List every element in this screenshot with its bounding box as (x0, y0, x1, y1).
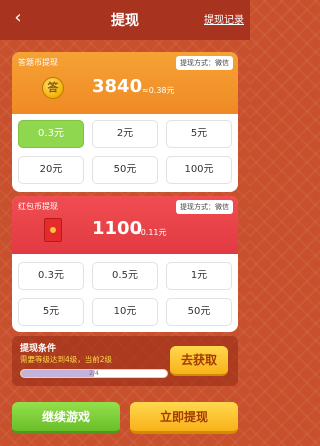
coin-option[interactable]: 50元 (92, 156, 158, 184)
red-packet-withdraw-card: 红包币提现 提现方式：微信 1100 ≈0.11元 0.3元 0.5元 1元 5… (12, 196, 238, 332)
withdraw-record-link[interactable]: 提现记录 (204, 11, 244, 26)
red-option[interactable]: 0.3元 (18, 262, 84, 290)
coin-withdraw-card: 答题币提现 提现方式：微信 答 3840 ≈0.38元 0.3元 2元 5元 2… (12, 52, 238, 192)
coin-approx-value: ≈0.38元 (142, 86, 175, 95)
coin-card-header: 答题币提现 提现方式：微信 答 3840 ≈0.38元 (12, 52, 238, 114)
coin-option[interactable]: 2元 (92, 120, 158, 148)
red-approx-value: ≈0.11元 (134, 228, 167, 237)
red-option[interactable]: 50元 (166, 298, 232, 326)
withdraw-condition-panel: 提现条件 需要等级达到4级，当前2级 2/4 去获取 (12, 336, 238, 386)
coin-card-label: 答题币提现 (18, 58, 58, 67)
red-option[interactable]: 10元 (92, 298, 158, 326)
red-card-label: 红包币提现 (18, 202, 58, 211)
continue-game-button[interactable]: 继续游戏 (12, 402, 120, 434)
top-nav-bar: ‹ 提现 提现记录 (0, 0, 250, 40)
red-option[interactable]: 5元 (18, 298, 84, 326)
withdraw-method-badge: 提现方式：微信 (176, 56, 233, 70)
coin-icon: 答 (42, 77, 64, 99)
condition-desc: 需要等级达到4级，当前2级 (20, 355, 113, 364)
coin-option[interactable]: 100元 (166, 156, 232, 184)
coin-option[interactable]: 20元 (18, 156, 84, 184)
withdraw-now-button[interactable]: 立即提现 (130, 402, 238, 434)
coin-option[interactable]: 5元 (166, 120, 232, 148)
red-option[interactable]: 1元 (166, 262, 232, 290)
red-card-header: 红包币提现 提现方式：微信 1100 ≈0.11元 (12, 196, 238, 254)
red-options-grid: 0.3元 0.5元 1元 5元 10元 50元 (18, 262, 232, 326)
obtain-button[interactable]: 去获取 (170, 346, 228, 376)
coin-options-grid: 0.3元 2元 5元 20元 50元 100元 (18, 120, 232, 184)
level-progress-text: 2/4 (89, 370, 99, 377)
level-progress-bar: 2/4 (20, 369, 168, 378)
condition-title: 提现条件 (20, 344, 57, 354)
red-option[interactable]: 0.5元 (92, 262, 158, 290)
red-envelope-icon (44, 218, 62, 242)
coin-amount: 3840 (92, 76, 143, 97)
coin-option[interactable]: 0.3元 (18, 120, 84, 148)
withdraw-method-badge: 提现方式：微信 (176, 200, 233, 214)
